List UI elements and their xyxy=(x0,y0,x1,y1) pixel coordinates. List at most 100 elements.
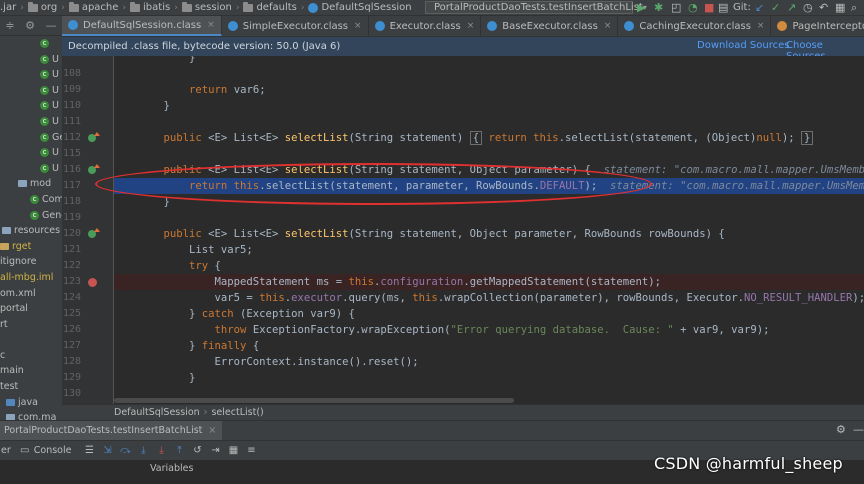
tree-item[interactable]: itignore xyxy=(0,254,62,270)
gutter-line[interactable]: 130 xyxy=(62,386,113,402)
code-line[interactable]: public <E> List<E> selectList(String sta… xyxy=(114,226,864,242)
tree-item[interactable]: portal xyxy=(0,301,62,317)
git-commit-icon[interactable]: ✓ xyxy=(771,2,780,14)
code-line[interactable]: return var6; xyxy=(114,82,864,98)
evaluate-expression-icon[interactable]: ▦ xyxy=(227,445,239,457)
project-structure-icon[interactable]: ▤ xyxy=(718,2,728,14)
tree-item[interactable]: om.xml xyxy=(0,286,62,302)
tree-item[interactable]: java xyxy=(0,395,62,411)
code-line[interactable]: ErrorContext.instance().reset(); xyxy=(114,354,864,370)
tree-item[interactable]: mod xyxy=(0,176,62,192)
step-over-icon[interactable]: ⤼ xyxy=(119,445,131,457)
override-marker-icon[interactable] xyxy=(88,164,100,174)
tree-item[interactable]: cU xyxy=(0,83,62,99)
run-to-cursor-icon[interactable]: ⇥ xyxy=(209,445,221,457)
rollback-icon[interactable]: ↶ xyxy=(819,2,828,14)
git-push-icon[interactable]: ↗ xyxy=(787,2,796,14)
tree-item[interactable]: test xyxy=(0,379,62,395)
code-line[interactable] xyxy=(114,66,864,82)
tree-item[interactable]: c xyxy=(0,348,62,364)
search-icon[interactable]: ⌕ xyxy=(851,2,857,14)
editor-tab[interactable]: SimpleExecutor.class × xyxy=(222,16,369,36)
console-tab[interactable]: Console xyxy=(34,445,72,456)
code-line[interactable]: } xyxy=(114,194,864,210)
gutter-line[interactable]: 120 xyxy=(62,226,113,242)
tree-item[interactable]: com.ma xyxy=(0,410,62,420)
hide-icon[interactable]: — xyxy=(46,19,57,32)
code-editor[interactable]: } return var6; } public <E> List<E> sele… xyxy=(114,56,864,404)
editor-tab[interactable]: BaseExecutor.class × xyxy=(481,16,619,36)
breadcrumb-item[interactable]: ibatis › xyxy=(126,1,178,13)
gutter-line[interactable]: 125 xyxy=(62,306,113,322)
breadcrumb-class[interactable]: DefaultSqlSession xyxy=(114,407,200,418)
tree-item[interactable]: rget xyxy=(0,239,62,255)
tree-item[interactable]: main xyxy=(0,363,62,379)
gutter-line[interactable]: 117 xyxy=(62,178,113,194)
tree-item[interactable]: cU xyxy=(0,161,62,177)
gutter-line[interactable]: 116 xyxy=(62,162,113,178)
breadcrumb-item[interactable]: org › xyxy=(24,1,65,13)
gutter-line[interactable] xyxy=(62,56,113,66)
editor-tab[interactable]: DefaultSqlSession.class × xyxy=(62,16,222,36)
minimize-icon[interactable]: — xyxy=(853,423,864,436)
editor-tab[interactable]: PageInterceptor.class× xyxy=(771,16,864,36)
gutter-line[interactable]: 122 xyxy=(62,258,113,274)
code-line[interactable]: public <E> List<E> selectList(String sta… xyxy=(114,162,864,178)
debugger-tab-label[interactable]: er xyxy=(1,445,11,456)
code-line[interactable] xyxy=(114,146,864,162)
stop-icon[interactable]: ■ xyxy=(704,2,714,14)
download-sources-link[interactable]: Download Sources xyxy=(697,40,789,51)
drop-frame-icon[interactable]: ↺ xyxy=(191,445,203,457)
override-marker-icon[interactable] xyxy=(88,132,100,142)
code-line[interactable]: var5 = this.executor.query(ms, this.wrap… xyxy=(114,290,864,306)
code-line[interactable]: List var5; xyxy=(114,242,864,258)
gutter-line[interactable]: 121 xyxy=(62,242,113,258)
tree-item[interactable]: c xyxy=(0,36,62,52)
trace-icon[interactable]: ≡ xyxy=(245,445,257,457)
gutter-line[interactable]: 128 xyxy=(62,354,113,370)
code-line[interactable]: } finally { xyxy=(114,338,864,354)
gutter-line[interactable]: 124 xyxy=(62,290,113,306)
tree-item[interactable]: cU xyxy=(0,114,62,130)
gutter-line[interactable]: 119 xyxy=(62,210,113,226)
coverage-icon[interactable]: ◰ xyxy=(671,2,681,14)
gutter-line[interactable]: 115 xyxy=(62,146,113,162)
editor-tab[interactable]: CachingExecutor.class × xyxy=(618,16,772,36)
code-line[interactable]: } catch (Exception var9) { xyxy=(114,306,864,322)
code-line[interactable] xyxy=(114,114,864,130)
line-number-gutter[interactable]: 108 109 110 111 112 115 116 117 118 119 120 121 122 1… xyxy=(62,56,114,404)
tree-item[interactable]: cGene xyxy=(0,208,62,224)
tree-item[interactable]: cU xyxy=(0,145,62,161)
breadcrumb-item[interactable]: DefaultSqlSession xyxy=(304,2,412,13)
git-update-icon[interactable]: ↙ xyxy=(755,2,764,14)
run-icon[interactable]: ▶ xyxy=(637,2,645,14)
gutter-line[interactable]: 123 xyxy=(62,274,113,290)
breadcrumb-item[interactable]: apache › xyxy=(65,1,126,13)
code-line[interactable]: MappedStatement ms = this.configuration.… xyxy=(114,274,864,290)
tree-item[interactable] xyxy=(0,332,62,348)
tree-item[interactable]: resources xyxy=(0,223,62,239)
gutter-line[interactable]: 111 xyxy=(62,114,113,130)
tree-item[interactable]: cU xyxy=(0,67,62,83)
gutter-line[interactable]: 110 xyxy=(62,98,113,114)
run-configuration-selector[interactable]: PortalProductDaoTests.testInsertBatchLis… xyxy=(425,1,647,14)
gutter-line[interactable]: 109 xyxy=(62,82,113,98)
code-line[interactable]: } xyxy=(114,370,864,386)
close-icon[interactable]: × xyxy=(354,21,362,31)
step-out-icon[interactable]: ⤒ xyxy=(173,445,185,457)
debug-icon[interactable]: ✱ xyxy=(654,2,663,14)
gutter-line[interactable]: 118 xyxy=(62,194,113,210)
tree-item[interactable]: cU xyxy=(0,52,62,68)
code-line[interactable]: throw ExceptionFactory.wrapException("Er… xyxy=(114,322,864,338)
tree-item[interactable]: all-mbg.iml xyxy=(0,270,62,286)
code-line[interactable]: public <E> List<E> selectList(String sta… xyxy=(114,130,864,146)
breadcrumb-item[interactable]: session › xyxy=(178,1,239,13)
code-line[interactable] xyxy=(114,210,864,226)
profile-icon[interactable]: ◔ xyxy=(688,2,698,14)
close-icon[interactable]: × xyxy=(757,21,765,31)
show-execution-point-icon[interactable]: ⇲ xyxy=(101,445,113,457)
close-icon[interactable]: × xyxy=(208,425,216,436)
breadcrumb-item[interactable]: defaults › xyxy=(239,1,304,13)
override-marker-icon[interactable] xyxy=(88,228,100,238)
layout-settings-icon[interactable]: ☰ xyxy=(83,445,95,457)
